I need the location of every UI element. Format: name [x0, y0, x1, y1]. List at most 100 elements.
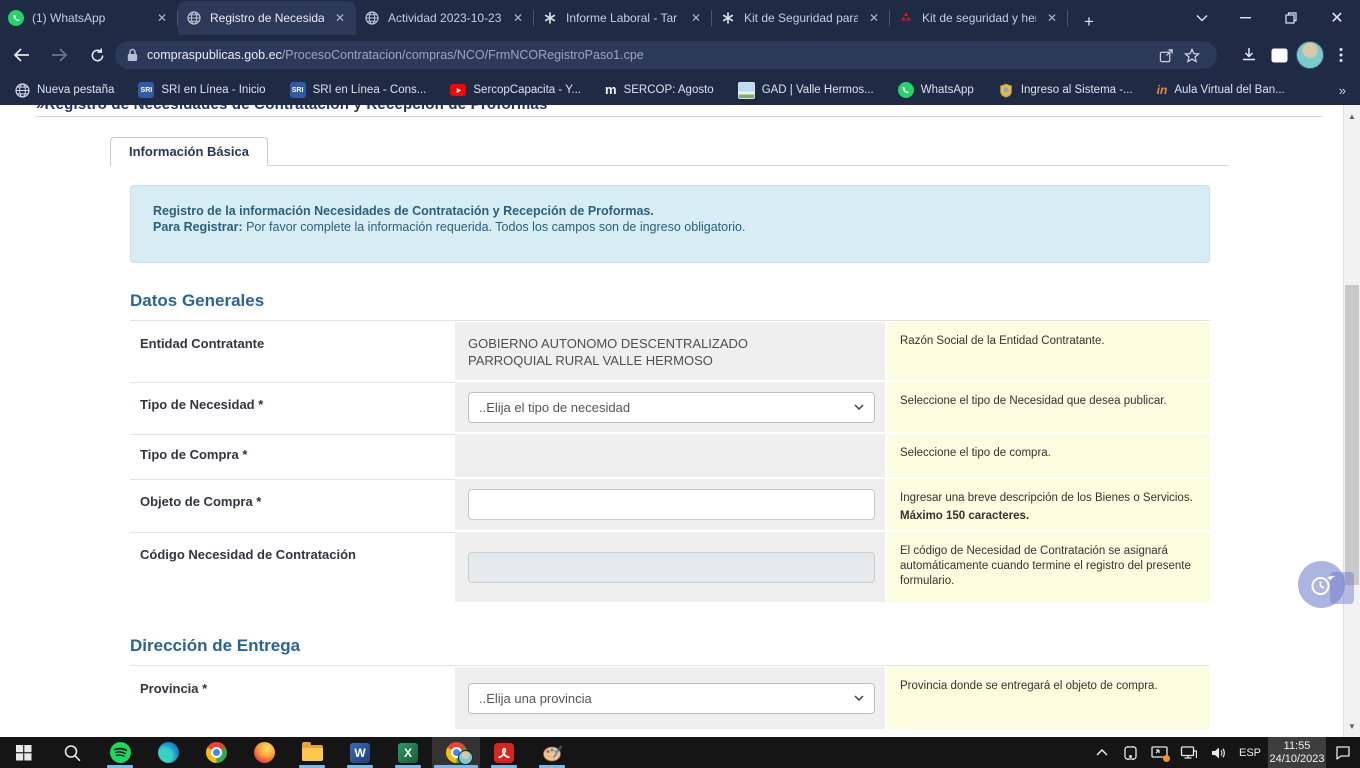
taskbar-excel-button[interactable]: X: [384, 737, 432, 768]
tab-informacion-basica[interactable]: Información Básica: [110, 137, 268, 166]
row-entidad-contratante: Entidad Contratante GOBIERNO AUTONOMO DE…: [130, 322, 1210, 380]
field-label: Tipo de Compra *: [130, 434, 455, 477]
taskbar-clock[interactable]: 11:55 24/10/2023: [1268, 737, 1326, 768]
close-window-button[interactable]: ✕: [1314, 0, 1360, 35]
tab-title: Informe Laboral - Tar: [566, 11, 680, 25]
tab-search-chevron-icon[interactable]: [1182, 0, 1222, 35]
profile-avatar[interactable]: [1296, 41, 1324, 69]
divider: [130, 665, 1210, 666]
tab-whatsapp[interactable]: (1) WhatsApp ✕: [0, 1, 178, 35]
bookmark-whatsapp[interactable]: WhatsApp: [898, 82, 974, 98]
field-label: Provincia *: [130, 667, 455, 729]
taskbar-edge-button[interactable]: [144, 737, 192, 768]
bookmark-sri-consultas[interactable]: SRI SRI en Línea - Cons...: [290, 82, 427, 98]
close-tab-icon[interactable]: ✕: [154, 10, 170, 26]
tab-kit-seguridad-1[interactable]: Kit de Seguridad para ✕: [712, 1, 890, 35]
tray-display-update-icon[interactable]: [1145, 737, 1174, 768]
floating-clock-widget[interactable]: [1298, 561, 1345, 608]
field-help: Ingresar una breve descripción de los Bi…: [885, 479, 1210, 530]
reload-button[interactable]: [80, 38, 114, 72]
ecuador-icon: [998, 82, 1014, 98]
whatsapp-icon: [898, 82, 914, 98]
scroll-up-icon[interactable]: ▲: [1344, 108, 1360, 124]
bookmark-ingreso-sistema[interactable]: Ingreso al Sistema -...: [998, 82, 1133, 98]
action-center-icon[interactable]: [1326, 737, 1360, 768]
download-icon[interactable]: [1236, 42, 1262, 68]
winged-clock-icon: [1307, 570, 1337, 600]
bookmark-nueva-pestana[interactable]: Nueva pestaña: [14, 82, 114, 98]
menu-kebab-icon[interactable]: [1328, 42, 1354, 68]
taskbar-explorer-button[interactable]: [288, 737, 336, 768]
taskbar-spotify-button[interactable]: [96, 737, 144, 768]
taskbar-word-button[interactable]: W: [336, 737, 384, 768]
side-panel-icon[interactable]: [1266, 42, 1292, 68]
close-tab-icon[interactable]: ✕: [510, 10, 526, 26]
address-bar[interactable]: compraspublicas.gob.ec/ProcesoContrataci…: [115, 41, 1217, 69]
globe-icon: [364, 10, 380, 26]
bookmark-label: Aula Virtual del Ban...: [1174, 84, 1284, 96]
minimize-button[interactable]: [1222, 0, 1268, 35]
tray-volume-icon[interactable]: [1203, 737, 1232, 768]
close-tab-icon[interactable]: ✕: [332, 10, 348, 26]
start-button[interactable]: [0, 737, 48, 768]
restore-button[interactable]: [1268, 0, 1314, 35]
taskbar: W X ESP 11:55: [0, 737, 1360, 768]
tab-informe[interactable]: Informe Laboral - Tar ✕: [534, 1, 712, 35]
tab-actividad[interactable]: Actividad 2023-10-23 ✕: [356, 1, 534, 35]
back-button[interactable]: [4, 38, 38, 72]
field-help: Seleccione el tipo de compra.: [885, 434, 1210, 477]
row-objeto-compra: Objeto de Compra * Ingresar una breve de…: [130, 479, 1210, 530]
bookmark-sercop-youtube[interactable]: SercopCapacita - Y...: [450, 84, 581, 96]
form-datos-generales: Entidad Contratante GOBIERNO AUTONOMO DE…: [130, 322, 1210, 604]
bookmark-label: Nueva pestaña: [37, 84, 114, 96]
taskbar-chrome-active-button[interactable]: [432, 737, 480, 768]
field-help: Provincia donde se entregará el objeto d…: [885, 667, 1210, 729]
url-text: compraspublicas.gob.ec/ProcesoContrataci…: [147, 48, 1153, 62]
bookmark-sri-inicio[interactable]: SRI SRI en Línea - Inicio: [138, 82, 265, 98]
share-icon[interactable]: [1153, 42, 1179, 68]
taskbar-search-button[interactable]: [48, 737, 96, 768]
bookmark-gad-valle-hermoso[interactable]: GAD | Valle Hermos...: [738, 82, 874, 99]
field-label: Tipo de Necesidad *: [130, 382, 455, 432]
system-tray: ESP 11:55 24/10/2023: [1087, 737, 1360, 768]
tray-device-icon[interactable]: [1116, 737, 1145, 768]
sri-icon: SRI: [290, 82, 306, 98]
language-indicator[interactable]: ESP: [1232, 747, 1268, 759]
field-value-cell: GOBIERNO AUTONOMO DESCENTRALIZADO PARROQ…: [455, 322, 885, 380]
bookmark-aula-virtual[interactable]: in Aula Virtual del Ban...: [1157, 83, 1285, 97]
chatgpt-icon: [720, 10, 736, 26]
bookmark-star-icon[interactable]: [1179, 42, 1205, 68]
tray-network-icon[interactable]: [1174, 737, 1203, 768]
bookmarks-overflow-chevron[interactable]: »: [1339, 83, 1346, 98]
forward-button[interactable]: [42, 38, 76, 72]
sri-icon: SRI: [138, 82, 154, 98]
tab-title: Actividad 2023-10-23: [388, 11, 502, 25]
divider: [110, 165, 1228, 166]
field-input-cell: [455, 532, 885, 602]
scroll-down-icon[interactable]: ▼: [1344, 718, 1360, 734]
page-content: »Registro de Necesidades de Contratación…: [0, 105, 1360, 737]
tipo-necesidad-select[interactable]: ..Elija el tipo de necesidad: [468, 392, 875, 423]
bookmark-label: WhatsApp: [921, 84, 974, 96]
codigo-necesidad-input: [468, 552, 875, 583]
tab-strip: (1) WhatsApp ✕ Registro de Necesida ✕ Ac…: [0, 0, 1360, 35]
taskbar-firefox-button[interactable]: [240, 737, 288, 768]
objeto-compra-input[interactable]: [468, 489, 875, 520]
close-tab-icon[interactable]: ✕: [688, 10, 704, 26]
taskbar-acrobat-button[interactable]: [480, 737, 528, 768]
bookmark-sercop-agosto[interactable]: m SERCOP: Agosto: [605, 82, 714, 98]
tab-kit-seguridad-2[interactable]: Kit de seguridad y her ✕: [890, 1, 1068, 35]
new-tab-button[interactable]: +: [1076, 9, 1102, 35]
provincia-select[interactable]: ..Elija una provincia: [468, 683, 875, 714]
close-tab-icon[interactable]: ✕: [866, 10, 882, 26]
profile-badge: [458, 750, 473, 765]
tray-show-hidden-icons[interactable]: [1087, 737, 1116, 768]
scrollbar-thumb[interactable]: [1345, 285, 1359, 585]
info-alert: Registro de la información Necesidades d…: [130, 185, 1210, 263]
taskbar-chrome-button[interactable]: [192, 737, 240, 768]
tab-registro-active[interactable]: Registro de Necesida ✕: [178, 1, 356, 35]
vertical-scrollbar[interactable]: ▲ ▼: [1343, 105, 1360, 737]
taskbar-paint-button[interactable]: [528, 737, 576, 768]
close-tab-icon[interactable]: ✕: [1044, 10, 1060, 26]
field-label: Objeto de Compra *: [130, 479, 455, 530]
